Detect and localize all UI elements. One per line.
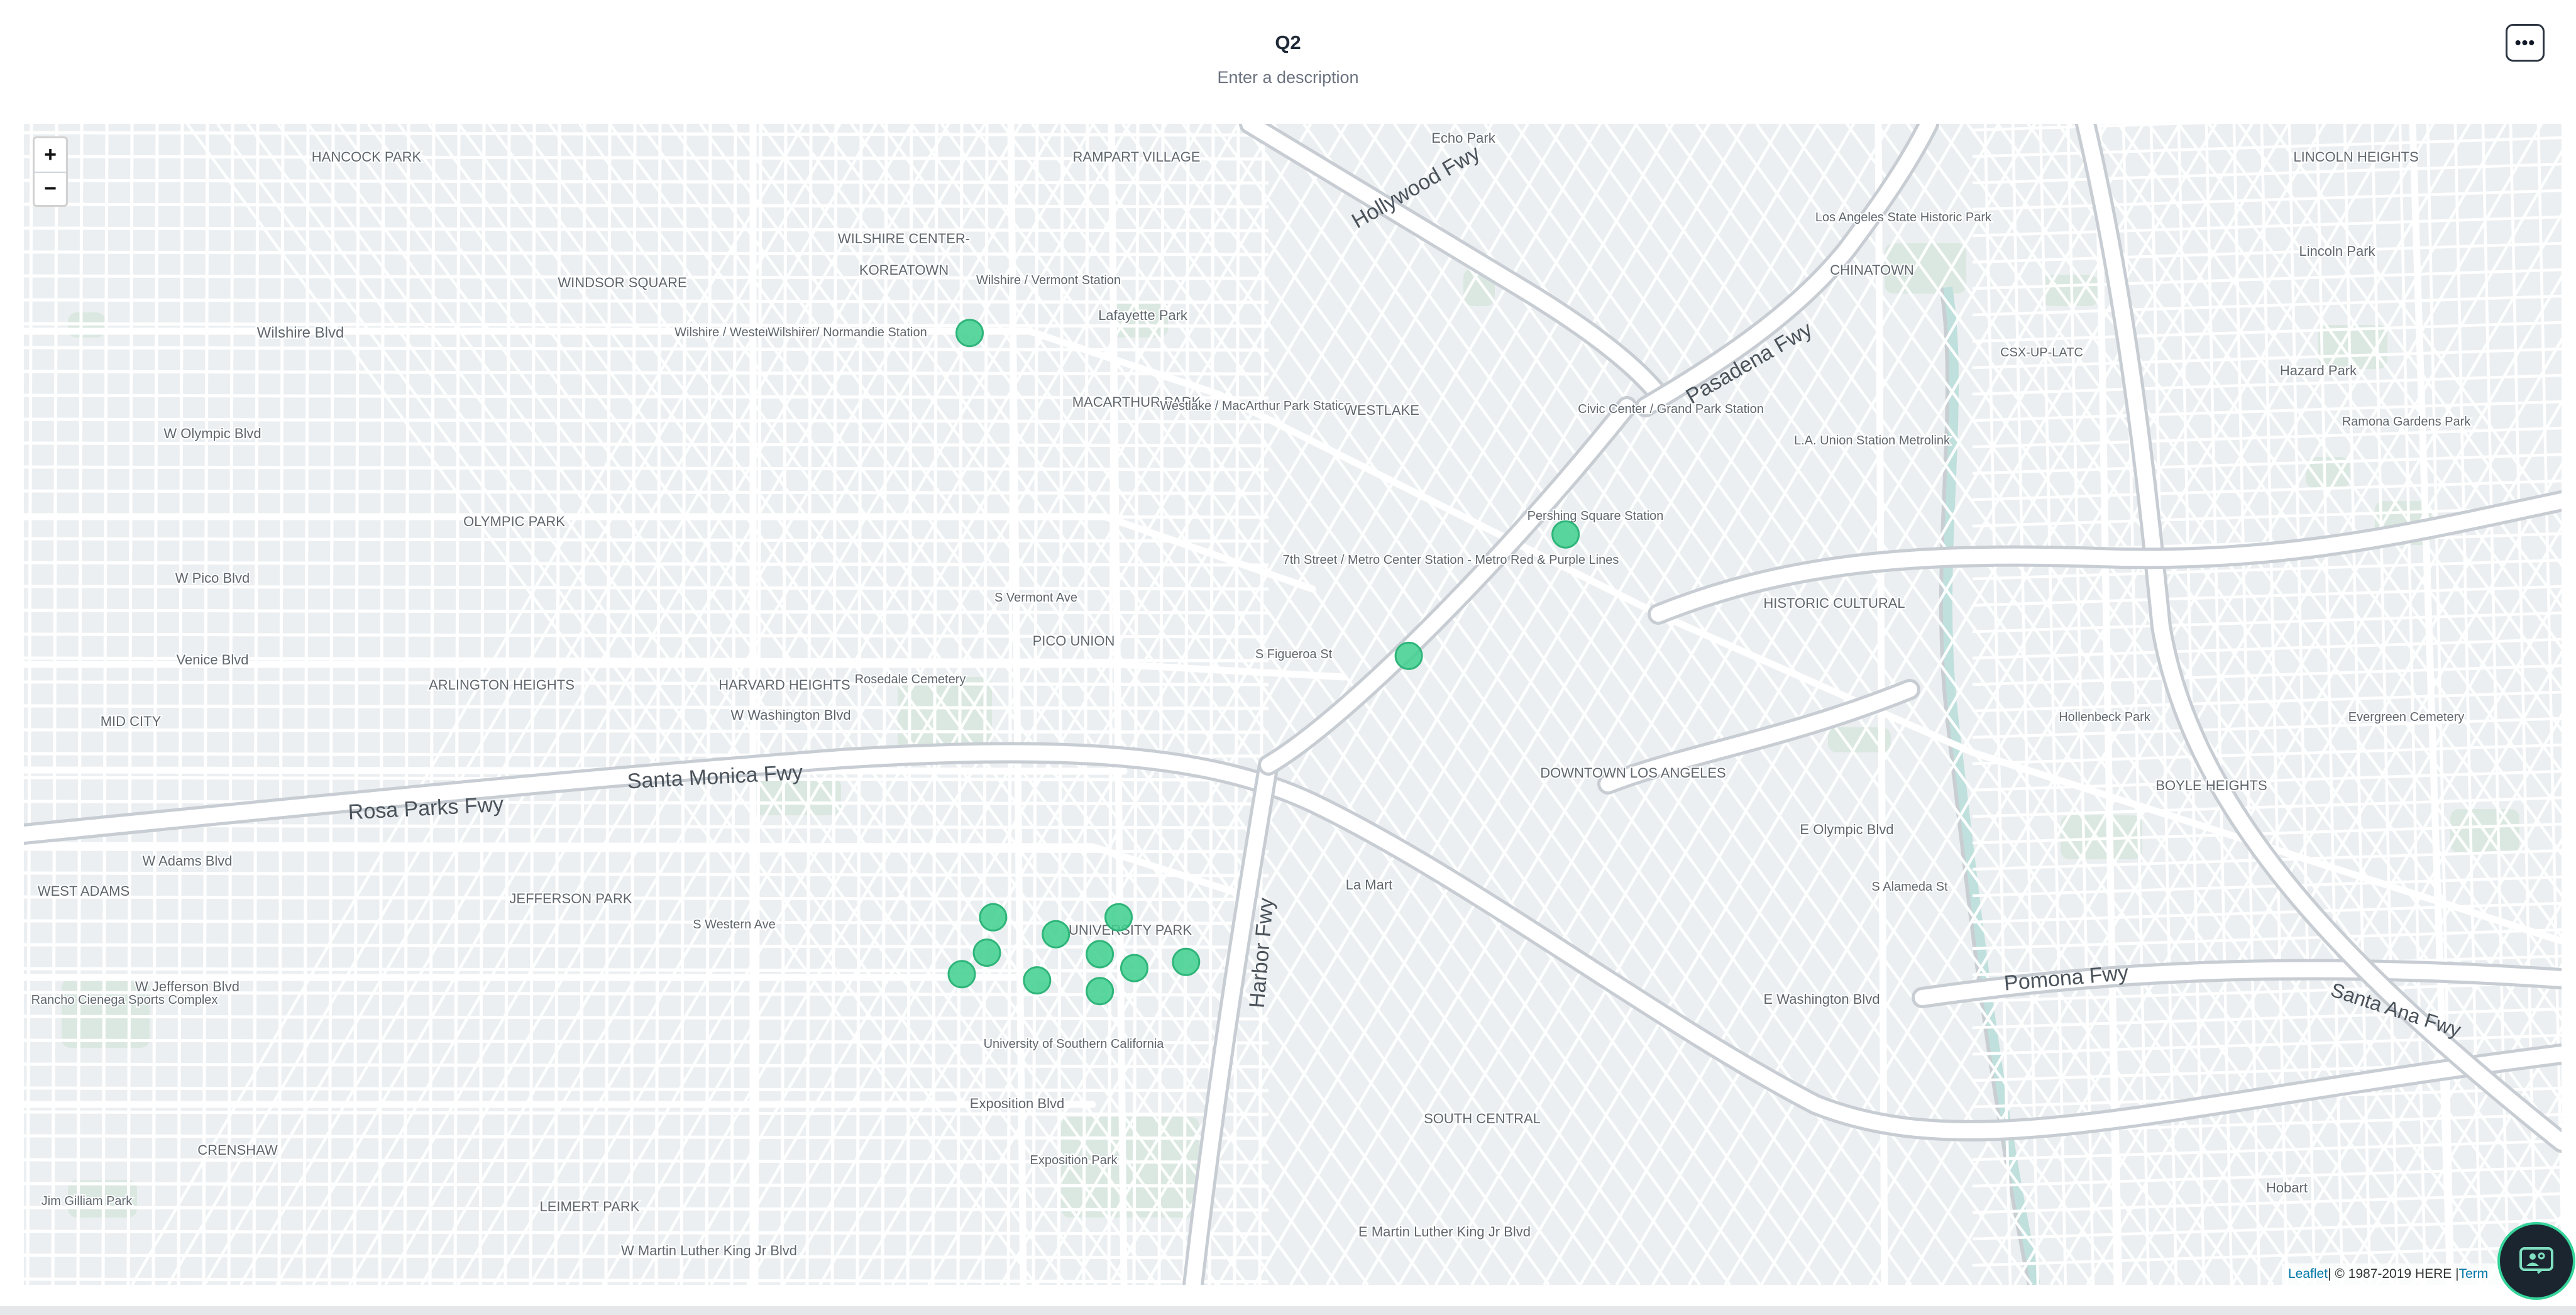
description-field[interactable]: Enter a description [0,68,2576,87]
map-place-label: HANCOCK PARK [312,149,422,165]
more-options-button[interactable]: ••• [2506,24,2545,62]
map-marker[interactable] [1120,954,1148,982]
map-marker[interactable] [1086,977,1115,1006]
map-place-label: W Jefferson Blvd [135,979,239,994]
map-place-label: DOWNTOWN LOS ANGELES [1540,765,1726,781]
map-place-label: Jim Gilliam Park [41,1194,133,1208]
map-place-label: LINCOLN HEIGHTS [2293,149,2418,165]
map-place-label: Exposition Park [1030,1153,1118,1167]
map-place-label: JEFFERSON PARK [509,891,632,906]
map-place-label: W Washington Blvd [730,707,850,723]
map-place-label: Civic Center / Grand Park Station [1578,402,1764,416]
chat-support-button[interactable] [2497,1222,2575,1300]
map-place-label: S Alameda St [1871,880,1948,894]
map-place-label: La Mart [1346,877,1393,893]
zoom-control: + − [33,136,68,207]
map-place-label: University of Southern California [984,1037,1165,1051]
map-marker[interactable] [1172,947,1201,976]
map-place-label: Exposition Blvd [970,1096,1064,1111]
map-place-label: PICO UNION [1033,633,1115,649]
map-place-label: W Olympic Blvd [163,426,261,441]
chat-person-icon [2519,1247,2553,1274]
map-marker[interactable] [979,903,1008,932]
map-place-label: CHINATOWN [1830,262,1914,278]
ellipsis-icon: ••• [2514,33,2536,52]
map-place-label: S Western Ave [693,918,776,932]
zoom-in-button[interactable]: + [35,138,66,172]
map-place-label: CRENSHAW [197,1142,278,1158]
terms-link[interactable]: Term [2459,1267,2489,1282]
map-place-label: Westlake / MacArthur Park Station [1160,399,1351,413]
map-place-label: Wilshire Blvd [257,324,344,341]
map-place-label: W Adams Blvd [142,853,232,869]
card-title[interactable]: Q2 [0,31,2576,54]
map-view[interactable]: Hollywood Fwy Pasadena Fwy Santa Monica Fw… [24,124,2562,1285]
map-place-label: SOUTH CENTRAL [1424,1111,1541,1126]
map-place-label: WINDSOR SQUARE [558,275,686,290]
map-place-label: KOREATOWN [859,262,949,278]
map-place-label: 7th Street / Metro Center Station - Metr… [1283,553,1619,567]
map-place-label: W Martin Luther King Jr Blvd [621,1243,797,1258]
bottom-scroll-bar [0,1306,2576,1315]
map-place-label: Hollenbeck Park [2059,710,2151,724]
map-place-label: Wilshire / Normandie Station [768,326,927,339]
map-place-label: WESTLAKE [1344,402,1419,418]
map-place-label: Wilshire / Vermont Station [976,273,1121,287]
zoom-out-button[interactable]: − [35,172,66,205]
map-place-label: W Pico Blvd [175,570,250,586]
map-marker[interactable] [1086,940,1115,969]
map-place-label: S Vermont Ave [994,591,1077,605]
map-place-label: RAMPART VILLAGE [1073,149,1201,165]
map-place-label: HISTORIC CULTURAL [1763,595,1905,611]
map-marker[interactable] [1104,903,1133,932]
map-place-label: Venice Blvd [177,652,249,668]
map-place-label: Los Angeles State Historic Park [1815,211,1992,224]
map-place-label: Rosedale Cemetery [855,673,966,686]
map-place-label: OLYMPIC PARK [463,514,565,529]
map-place-label: CSX-UP-LATC [2000,346,2083,360]
map-marker[interactable] [955,319,984,348]
map-marker[interactable] [1551,520,1580,549]
map-marker[interactable] [1394,641,1423,670]
map-place-label: Pershing Square Station [1527,509,1664,523]
map-place-label: MID CITY [101,713,162,729]
map-place-label: Ramona Gardens Park [2342,415,2472,429]
map-place-label: S Figueroa St [1255,647,1333,661]
copyright-text: | © 1987-2019 HERE | [2328,1267,2459,1281]
map-place-label: Lafayette Park [1098,307,1188,323]
map-place-label: LEIMERT PARK [540,1199,640,1214]
map-place-label: WILSHIRE CENTER- [838,231,970,246]
map-place-label: E Washington Blvd [1763,991,1880,1007]
map-place-label: E Martin Luther King Jr Blvd [1358,1224,1531,1240]
map-place-label: HARVARD HEIGHTS [718,677,850,693]
map-marker[interactable] [1042,920,1071,949]
map-place-label: Evergreen Cemetery [2348,710,2465,724]
map-place-label: Hazard Park [2280,363,2357,378]
map-place-label: ARLINGTON HEIGHTS [429,677,575,693]
map-place-label: E Olympic Blvd [1800,822,1893,837]
map-place-label: WEST ADAMS [38,883,129,899]
card-header: Q2 Enter a description ••• [0,0,2576,123]
map-marker[interactable] [1023,966,1052,995]
map-place-label: BOYLE HEIGHTS [2155,778,2267,793]
map-place-label: Rancho Cienega Sports Complex [31,993,218,1007]
map-tiles[interactable]: Hollywood FwyPasadena FwySanta Monica Fw… [24,124,2562,1285]
map-place-label: Echo Park [1431,130,1495,146]
map-marker[interactable] [972,938,1001,967]
map-place-label: Lincoln Park [2299,243,2375,259]
map-place-label: Hobart [2266,1180,2308,1196]
map-marker[interactable] [947,960,976,989]
leaflet-link[interactable]: Leaflet [2288,1267,2328,1282]
map-place-label: L.A. Union Station Metrolink [1794,434,1951,448]
dashboard-page: Q2 Enter a description ••• Hollywood Fwy… [0,0,2576,1315]
